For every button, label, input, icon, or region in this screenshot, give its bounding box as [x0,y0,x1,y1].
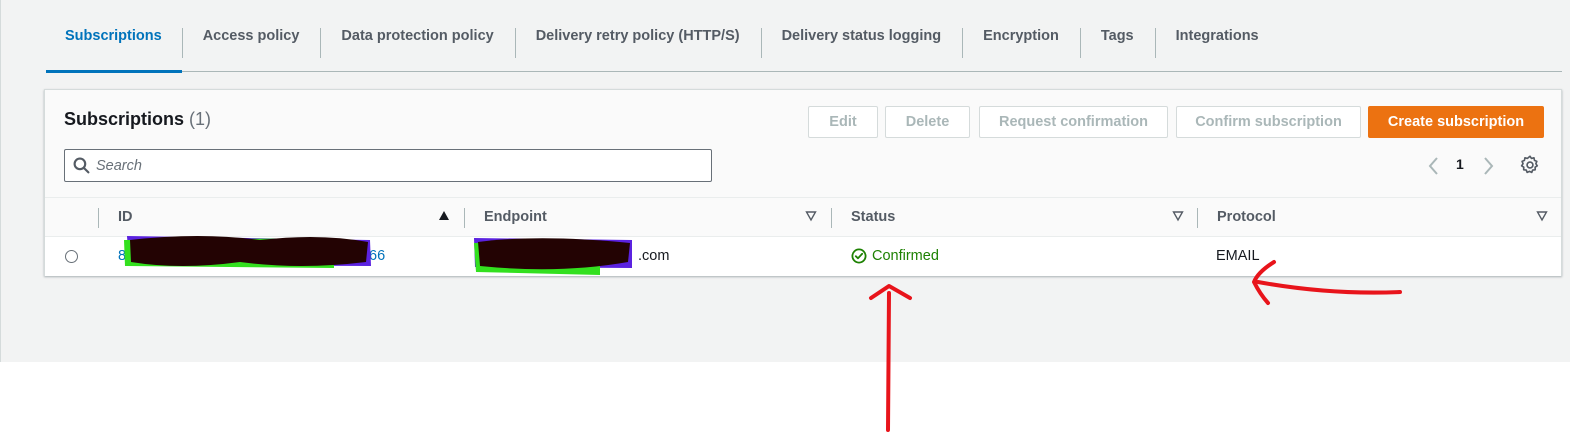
column-separator [1197,208,1198,228]
tab-integrations[interactable]: Integrations [1154,0,1280,72]
subscription-id-start[interactable]: 8 [118,248,126,264]
protocol-value: EMAIL [1216,248,1260,264]
tab-delivery-retry-policy[interactable]: Delivery retry policy (HTTP/S) [514,0,761,72]
check-circle-icon [851,248,867,264]
tab-data-protection-policy[interactable]: Data protection policy [320,0,514,72]
row-select-radio[interactable] [65,250,78,263]
create-subscription-button[interactable]: Create subscription [1368,106,1544,138]
column-header-id[interactable]: ID [118,209,133,225]
status-text: Confirmed [872,248,939,264]
sort-ascending-icon[interactable] [438,210,450,222]
tab-access-policy[interactable]: Access policy [181,0,321,72]
search-box [64,149,712,182]
column-separator [831,208,832,228]
confirm-subscription-button[interactable]: Confirm subscription [1176,106,1361,138]
column-header-protocol[interactable]: Protocol [1217,209,1276,225]
panel-title-text: Subscriptions [64,109,185,129]
subscription-count: (1) [189,109,212,129]
subscription-id-end[interactable]: 66 [369,248,385,264]
next-page-icon[interactable] [1481,154,1495,178]
tab-subscriptions[interactable]: Subscriptions [46,0,182,73]
sort-icon[interactable] [1536,210,1548,222]
settings-gear-icon[interactable] [1519,154,1541,176]
panel-title: Subscriptions (1) [64,109,211,130]
endpoint-domain: .com [638,248,670,264]
request-confirmation-button[interactable]: Request confirmation [979,106,1168,138]
page-number[interactable]: 1 [1456,156,1464,172]
column-separator [464,208,465,228]
edit-button[interactable]: Edit [808,106,878,138]
table-row: 8 66 .com Confirmed EMAIL [45,237,1561,276]
tab-tags[interactable]: Tags [1079,0,1155,72]
status-confirmed: Confirmed [851,248,939,264]
sort-icon[interactable] [1172,210,1184,222]
column-header-endpoint[interactable]: Endpoint [484,209,547,225]
table-header: ID Endpoint Status Protocol [45,198,1561,237]
delete-button[interactable]: Delete [885,106,970,138]
blank-area [0,362,1570,435]
column-separator [98,208,99,228]
sort-icon[interactable] [805,210,817,222]
tab-encryption[interactable]: Encryption [962,0,1080,72]
previous-page-icon[interactable] [1427,154,1441,178]
tab-bar: Subscriptions Access policy Data protect… [46,0,1562,73]
search-icon [73,157,90,174]
search-input[interactable] [96,150,686,181]
subscriptions-panel: Subscriptions (1) Edit Delete Request co… [44,89,1562,276]
tab-delivery-status-logging[interactable]: Delivery status logging [760,0,963,72]
column-header-status[interactable]: Status [851,209,895,225]
panel-header: Subscriptions (1) Edit Delete Request co… [45,90,1561,198]
